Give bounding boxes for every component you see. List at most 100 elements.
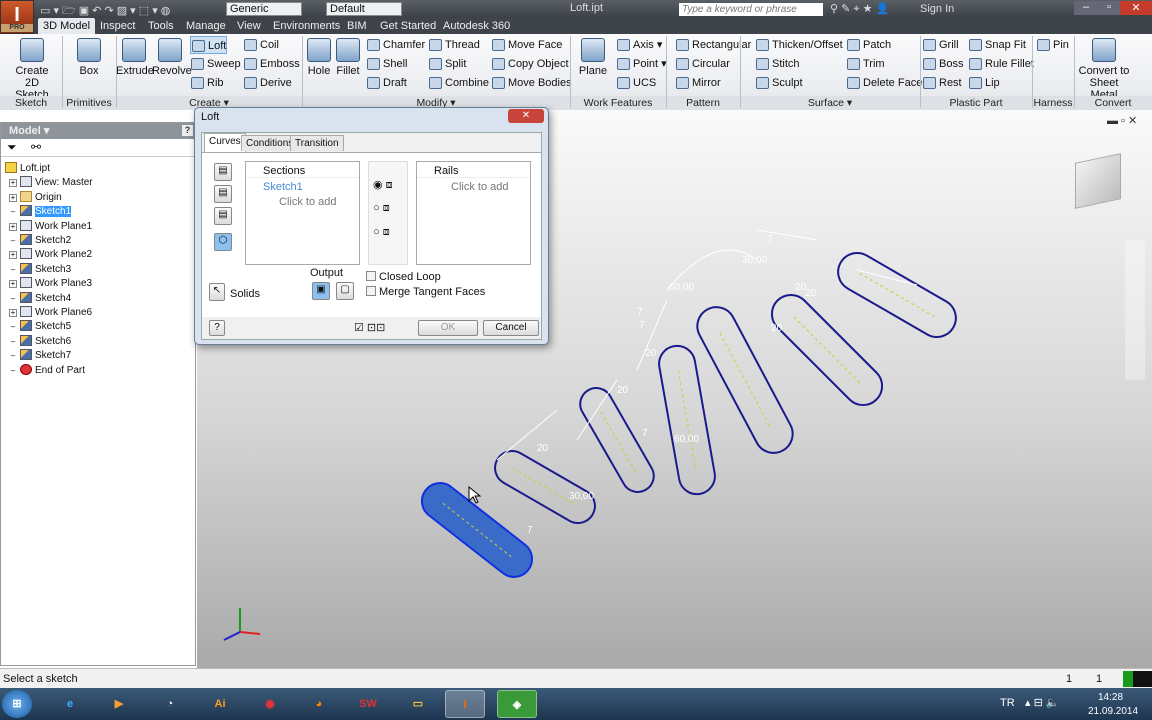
taskbar-ie-icon[interactable]: e <box>50 690 90 718</box>
rib-button[interactable]: Rib <box>190 74 224 92</box>
panel-label-plastic-part[interactable]: Plastic Part <box>920 96 1032 110</box>
tab-tools[interactable]: Tools <box>143 18 179 34</box>
browser-header[interactable]: Model ▾ ? <box>1 123 195 139</box>
dimension-label[interactable]: 7 <box>637 307 643 318</box>
help-icon[interactable]: ? <box>182 125 193 136</box>
tree-node[interactable]: – Sketch5 <box>5 320 71 334</box>
radio-rails[interactable]: ◉ ⧈ <box>373 178 393 192</box>
dialog-close-button[interactable]: ✕ <box>508 109 544 123</box>
closed-loop-checkbox[interactable]: Closed Loop <box>366 271 441 283</box>
dimension-label[interactable]: 7 <box>639 320 645 331</box>
chamfer-button[interactable]: Chamfer <box>366 36 425 54</box>
taskbar-explorer-icon[interactable]: ▭ <box>398 690 438 718</box>
material-select[interactable]: Generic <box>226 2 302 16</box>
remove-button[interactable]: ▤ <box>214 207 232 225</box>
help-search-input[interactable]: Type a keyword or phrase <box>679 3 823 16</box>
tree-node[interactable]: + View: Master <box>5 176 93 190</box>
sweep-button[interactable]: Sweep <box>190 55 241 73</box>
draft-button[interactable]: Draft <box>366 74 407 92</box>
find-binoculars-icon[interactable]: ⚯ <box>31 140 41 154</box>
tab-manage[interactable]: Manage <box>181 18 231 34</box>
move-up-button[interactable]: ▤ <box>214 163 232 181</box>
dimension-label[interactable]: 20 <box>805 288 817 299</box>
dimension-label[interactable]: 60,00 <box>674 434 699 445</box>
panel-label-primitives[interactable]: Primitives <box>62 96 116 110</box>
clock-time[interactable]: 14:28 <box>1098 692 1123 703</box>
expand-icon[interactable]: + <box>9 179 17 188</box>
tab-curves[interactable]: Curves <box>204 133 246 152</box>
start-button[interactable]: ⊞ <box>2 690 32 718</box>
expand-icon[interactable]: + <box>9 222 17 231</box>
grill-button[interactable]: Grill <box>922 36 959 54</box>
sections-list[interactable]: Sections Sketch1 Click to add <box>245 161 360 265</box>
tree-node[interactable]: Loft.ipt <box>5 162 50 176</box>
viewcube[interactable] <box>1069 150 1129 210</box>
sketch-profile[interactable] <box>764 287 890 413</box>
mirror-button[interactable]: Mirror <box>675 74 721 92</box>
taskbar-inventor-icon[interactable]: I <box>445 690 485 718</box>
viewcube-face[interactable] <box>1075 153 1121 209</box>
dimension-label[interactable]: 20 <box>537 443 549 454</box>
panel-label-pattern[interactable]: Pattern <box>666 96 740 110</box>
sign-in-link[interactable]: Sign In <box>920 3 954 15</box>
taskbar-chrome-icon[interactable]: ◉ <box>250 690 290 718</box>
solids-select-button[interactable]: ↖ <box>209 283 225 301</box>
output-surface-button[interactable]: ▢ <box>336 282 354 300</box>
section-item[interactable]: Sketch1 <box>246 178 359 193</box>
expand-icon[interactable]: + <box>9 193 17 202</box>
minimize-button[interactable]: – <box>1074 1 1098 15</box>
cancel-button[interactable]: Cancel <box>483 320 539 336</box>
thicken-offset-button[interactable]: Thicken/Offset <box>755 36 843 54</box>
merge-tangent-checkbox[interactable]: Merge Tangent Faces <box>366 286 485 298</box>
snap-fit-button[interactable]: Snap Fit <box>968 36 1026 54</box>
panel-label-work-features[interactable]: Work Features <box>570 96 666 110</box>
tree-node[interactable]: – Sketch6 <box>5 334 71 349</box>
patch-button[interactable]: Patch <box>846 36 891 54</box>
point-mapping-button[interactable]: ⬡ <box>214 233 232 251</box>
emboss-button[interactable]: Emboss <box>243 55 300 73</box>
expand-icon[interactable]: + <box>9 309 17 317</box>
clock-date[interactable]: 21.09.2014 <box>1088 706 1138 717</box>
taskbar-media-icon[interactable]: ▶ <box>99 690 139 718</box>
move-bodies-button[interactable]: Move Bodies <box>491 74 572 92</box>
navigation-bar[interactable] <box>1125 240 1145 380</box>
point-button[interactable]: Point ▾ <box>616 55 667 73</box>
dimension-label[interactable]: 20 <box>645 348 657 359</box>
application-menu-button[interactable]: I PRO <box>0 0 34 34</box>
close-button[interactable]: ✕ <box>1120 1 1152 15</box>
taskbar-rss-icon[interactable]: ◔ <box>150 690 190 718</box>
tree-node[interactable]: + Work Plane1 <box>5 219 92 234</box>
sketch-profile[interactable] <box>691 300 800 459</box>
panel-label-harness[interactable]: Harness <box>1032 96 1074 110</box>
tab-transition[interactable]: Transition <box>290 135 344 151</box>
tab-view[interactable]: View <box>232 18 266 34</box>
filter-icon[interactable]: ⏷ <box>7 140 17 155</box>
rule-fillet-button[interactable]: Rule Fillet <box>968 55 1034 73</box>
stitch-button[interactable]: Stitch <box>755 55 800 73</box>
tree-node[interactable]: – Sketch7 <box>5 349 71 363</box>
move-down-button[interactable]: ▤ <box>214 185 232 203</box>
delete-face-button[interactable]: Delete Face <box>846 74 922 92</box>
split-button[interactable]: Split <box>428 55 466 73</box>
help-button[interactable]: ? <box>209 320 225 336</box>
tab-environments[interactable]: Environments <box>268 18 345 34</box>
dimension-label[interactable]: 7 <box>642 428 648 439</box>
fillet-button[interactable]: Fillet <box>334 38 362 77</box>
derive-button[interactable]: Derive <box>243 74 292 92</box>
viewport-window-controls[interactable]: ▬ ▫ ✕ <box>1107 114 1137 127</box>
dimension-label[interactable]: 20 <box>617 385 629 396</box>
tree-node[interactable]: + Work Plane3 <box>5 277 92 291</box>
sculpt-button[interactable]: Sculpt <box>755 74 803 92</box>
panel-label-sketch[interactable]: Sketch <box>0 96 62 110</box>
convert-to-sheet-metal-button[interactable]: Convert to Sheet Metal <box>1078 38 1130 101</box>
thread-button[interactable]: Thread <box>428 36 480 54</box>
radio-centerline[interactable]: ○ ⧈ <box>373 202 390 215</box>
expand-icon[interactable]: + <box>9 280 17 289</box>
quick-access-icons[interactable]: ▭ ▾ 🗁 ▣ ↶ ↷ ▨ ▾ ⬚ ▾ ◍ <box>40 2 170 17</box>
trim-button[interactable]: Trim <box>846 55 885 73</box>
preview-toggle[interactable]: ☑ ⊡⊡ <box>354 321 385 334</box>
output-solid-button[interactable]: ▣ <box>312 282 330 300</box>
tab-inspect[interactable]: Inspect <box>95 18 140 34</box>
tree-node[interactable]: + Work Plane6 <box>5 306 92 320</box>
panel-label-convert[interactable]: Convert <box>1074 96 1152 110</box>
